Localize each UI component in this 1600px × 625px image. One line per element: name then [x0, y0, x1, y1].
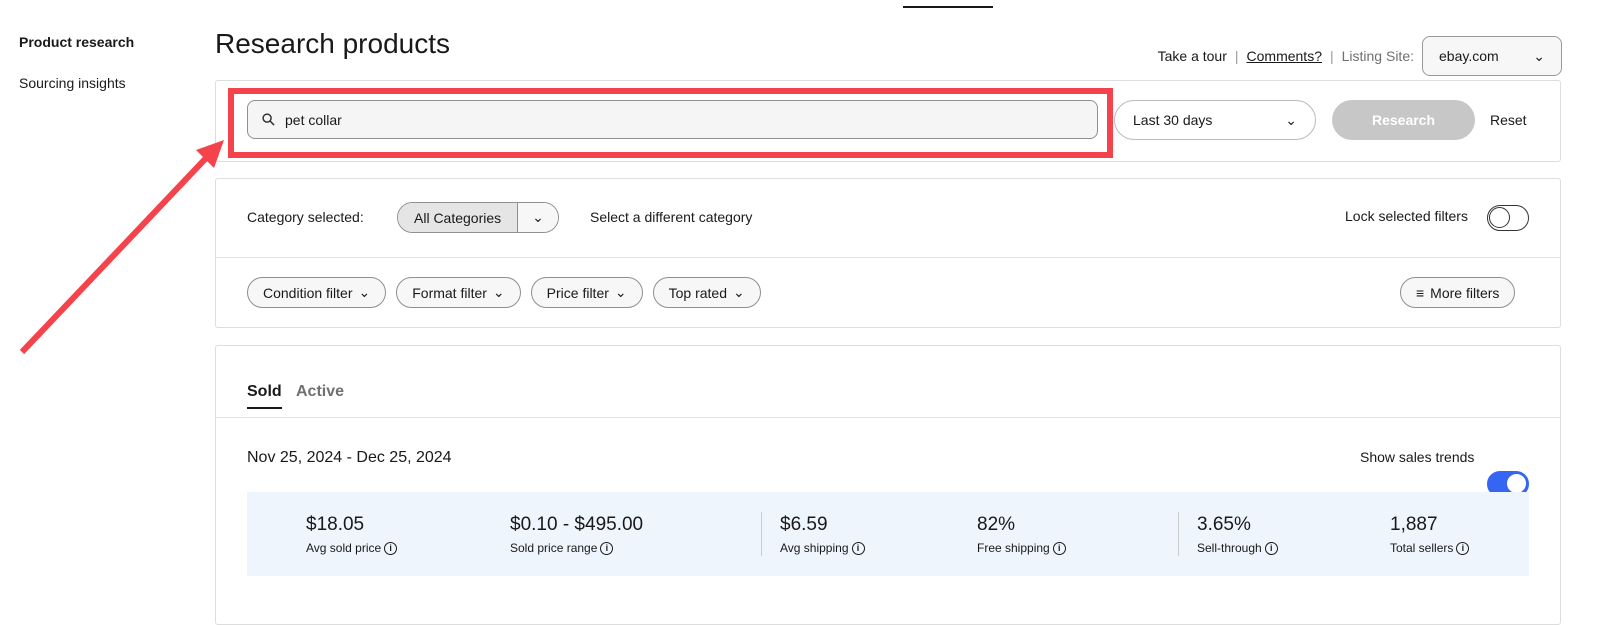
chevron-down-icon: ⌄: [358, 284, 371, 300]
header-links: Take a tour | Comments? | Listing Site: …: [1158, 36, 1562, 76]
top-rated-chip[interactable]: Top rated ⌄: [652, 277, 761, 308]
info-icon[interactable]: i: [1456, 541, 1470, 555]
stat-value: 1,887: [1390, 514, 1438, 535]
category-value: All Categories: [398, 203, 519, 232]
tab-active[interactable]: Active: [296, 383, 344, 401]
listing-site-select[interactable]: ebay.com ⌄: [1422, 36, 1562, 76]
info-icon[interactable]: i: [1052, 541, 1066, 555]
chevron-down-icon: ⌄: [1533, 47, 1545, 64]
info-icon[interactable]: i: [600, 541, 614, 555]
more-filters-label: More filters: [1430, 284, 1500, 301]
info-icon[interactable]: i: [851, 541, 865, 555]
stat-value: $6.59: [780, 514, 828, 535]
more-filters-button[interactable]: ≡ More filters: [1400, 277, 1516, 308]
category-select[interactable]: All Categories ⌄: [397, 202, 559, 233]
stat-avg-sold-price: $18.05 Avg sold price i: [306, 514, 398, 555]
sales-trends-label: Show sales trends: [1360, 449, 1475, 465]
filter-chips: Condition filter ⌄ Format filter ⌄ Price f…: [247, 277, 761, 308]
select-different-category-link[interactable]: Select a different category: [590, 209, 752, 225]
comments-link[interactable]: Comments?: [1247, 48, 1322, 64]
format-filter-chip[interactable]: Format filter ⌄: [396, 277, 521, 308]
listing-site-label: Listing Site:: [1341, 48, 1414, 64]
stat-total-sellers: 1,887 Total sellers i: [1390, 514, 1470, 555]
stat-label: Avg sold price: [306, 541, 382, 555]
lock-filters-label: Lock selected filters: [1345, 208, 1468, 224]
period-value: Last 30 days: [1133, 112, 1213, 128]
chevron-down-icon: ⌄: [492, 284, 505, 300]
divider: [216, 257, 1560, 258]
info-icon[interactable]: i: [384, 541, 398, 555]
date-range: Nov 25, 2024 - Dec 25, 2024: [247, 449, 452, 466]
info-icon[interactable]: i: [1264, 541, 1278, 555]
divider: |: [1234, 48, 1239, 64]
chip-label: Condition filter: [263, 284, 353, 301]
annotation-arrow-icon: [19, 140, 224, 355]
top-tab-indicator: [903, 6, 993, 8]
stat-free-shipping: 82% Free shipping i: [977, 514, 1066, 555]
chevron-down-icon: ⌄: [614, 284, 627, 300]
stat-value: 3.65%: [1197, 514, 1251, 535]
stat-avg-shipping: $6.59 Avg shipping i: [780, 514, 865, 555]
divider: [761, 512, 762, 556]
divider: [1178, 512, 1179, 556]
listing-site-value: ebay.com: [1439, 48, 1499, 64]
stat-label: Sell-through: [1197, 541, 1262, 555]
stat-sold-price-range: $0.10 - $495.00 Sold price range i: [510, 514, 643, 555]
period-select[interactable]: Last 30 days ⌄: [1114, 100, 1316, 140]
divider: |: [1329, 48, 1334, 64]
menu-icon: ≡: [1416, 284, 1425, 301]
stat-value: $0.10 - $495.00: [510, 514, 644, 535]
results-card: [215, 345, 1561, 625]
stats-panel: $18.05 Avg sold price i $0.10 - $495.00 Sol…: [247, 492, 1529, 576]
chevron-down-icon[interactable]: ⌄: [518, 203, 558, 232]
highlight-box: [228, 88, 1113, 158]
stat-value: $18.05: [306, 514, 365, 535]
tab-sold[interactable]: Sold: [247, 383, 282, 409]
divider: [216, 417, 1560, 418]
chevron-down-icon: ⌄: [733, 284, 745, 300]
stat-label: Free shipping: [977, 541, 1050, 555]
lock-filters-toggle[interactable]: [1487, 205, 1529, 231]
stat-label: Total sellers: [1390, 541, 1454, 555]
stat-sell-through: 3.65% Sell-through i: [1197, 514, 1278, 555]
reset-button[interactable]: Reset: [1490, 112, 1527, 128]
page-title: Research products: [215, 28, 451, 59]
price-filter-chip[interactable]: Price filter ⌄: [530, 277, 643, 308]
take-tour-link[interactable]: Take a tour: [1158, 48, 1227, 64]
chip-label: Top rated: [668, 284, 727, 301]
condition-filter-chip[interactable]: Condition filter ⌄: [247, 277, 387, 308]
stat-label: Avg shipping: [780, 541, 849, 555]
chip-label: Format filter: [412, 284, 487, 301]
category-label: Category selected:: [247, 209, 364, 225]
chevron-down-icon: ⌄: [1285, 111, 1297, 128]
stat-label: Sold price range: [510, 541, 598, 555]
research-button[interactable]: Research: [1332, 100, 1475, 140]
chip-label: Price filter: [546, 284, 609, 301]
stat-value: 82%: [977, 514, 1016, 535]
